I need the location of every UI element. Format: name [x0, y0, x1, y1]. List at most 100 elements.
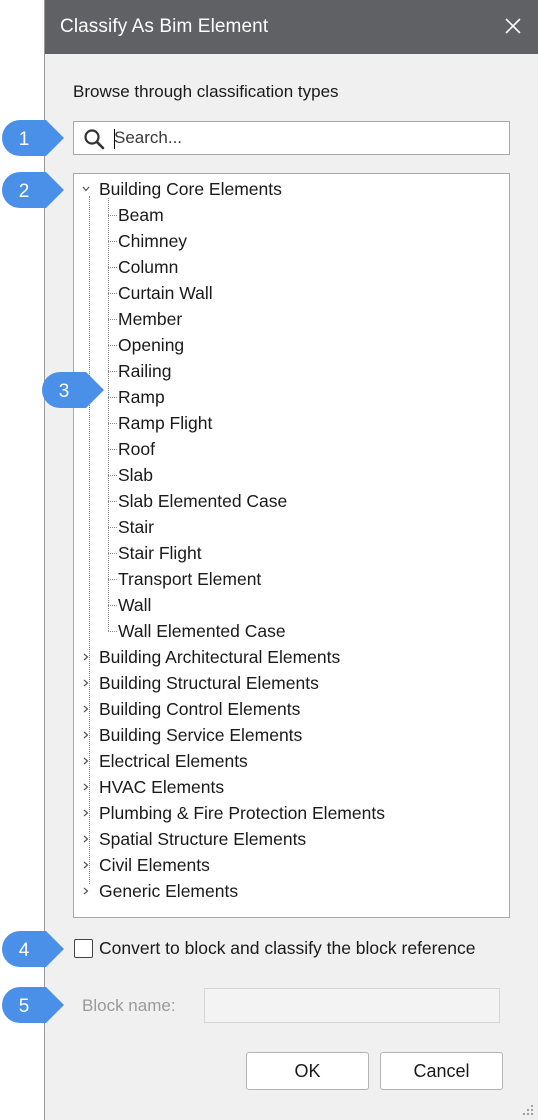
tree-node-label: Electrical Elements	[99, 751, 248, 771]
tree-branch-line	[108, 553, 117, 554]
tree-node-spatial-structure-elements[interactable]: Spatial Structure Elements	[74, 826, 509, 852]
tree-node-building-service-elements[interactable]: Building Service Elements	[74, 722, 509, 748]
close-button[interactable]	[499, 12, 527, 40]
tree-item-member[interactable]: Member	[74, 306, 509, 332]
chevron-right-icon[interactable]	[80, 703, 92, 715]
callout-marker-5: 5	[2, 987, 64, 1023]
tree-node-building-architectural-elements[interactable]: Building Architectural Elements	[74, 644, 509, 670]
convert-checkbox[interactable]	[74, 939, 93, 958]
tree-item-beam[interactable]: Beam	[74, 202, 509, 228]
chevron-right-icon[interactable]	[80, 807, 92, 819]
callout-shape	[2, 172, 64, 208]
tree-node-label: HVAC Elements	[99, 777, 225, 797]
tree-node-building-structural-elements[interactable]: Building Structural Elements	[74, 670, 509, 696]
tree-branch-line	[108, 267, 117, 268]
tree-item-label: Wall Elemented Case	[118, 621, 286, 641]
chevron-right-icon[interactable]	[80, 651, 92, 663]
chevron-right-icon[interactable]	[80, 755, 92, 767]
tree-node-label: Building Structural Elements	[99, 673, 319, 693]
tree-item-label: Stair Flight	[118, 543, 202, 563]
tree-branch-line	[108, 371, 117, 372]
tree-node-label: Building Control Elements	[99, 699, 301, 719]
tree-item-ramp-flight[interactable]: Ramp Flight	[74, 410, 509, 436]
chevron-down-icon[interactable]	[80, 183, 92, 195]
tree-item-label: Column	[118, 257, 179, 277]
tree-item-slab-elemented-case[interactable]: Slab Elemented Case	[74, 488, 509, 514]
tree-item-roof[interactable]: Roof	[74, 436, 509, 462]
search-icon	[84, 129, 105, 150]
convert-label[interactable]: Convert to block and classify the block …	[99, 938, 475, 959]
tree-item-railing[interactable]: Railing	[74, 358, 509, 384]
tree-item-slab[interactable]: Slab	[74, 462, 509, 488]
chevron-right-icon[interactable]	[80, 859, 92, 871]
tree-node-hvac-elements[interactable]: HVAC Elements	[74, 774, 509, 800]
convert-option[interactable]: Convert to block and classify the block …	[73, 937, 533, 961]
tree-item-label: Curtain Wall	[118, 283, 213, 303]
callout-shape	[2, 120, 64, 156]
tree-node-label: Plumbing & Fire Protection Elements	[99, 803, 385, 823]
tree-branch-line	[108, 501, 117, 502]
tree-item-label: Slab	[118, 465, 154, 485]
tree-node-label: Generic Elements	[99, 881, 239, 901]
chevron-right-icon[interactable]	[80, 729, 92, 741]
title-bar[interactable]: Classify As Bim Element	[45, 0, 538, 54]
tree-item-curtain-wall[interactable]: Curtain Wall	[74, 280, 509, 306]
tree-node-label: Spatial Structure Elements	[99, 829, 307, 849]
tree-item-opening[interactable]: Opening	[74, 332, 509, 358]
tree-item-label: Beam	[118, 205, 164, 225]
tree-node-generic-elements[interactable]: Generic Elements	[74, 878, 509, 904]
tree-item-wall-elemented-case[interactable]: Wall Elemented Case	[74, 618, 509, 644]
callout-shape	[42, 372, 104, 408]
tree-node-building-control-elements[interactable]: Building Control Elements	[74, 696, 509, 722]
tree-item-column[interactable]: Column	[74, 254, 509, 280]
tree-branch-line	[108, 449, 117, 450]
tree-branch-line	[108, 215, 117, 216]
callout-number: 2	[19, 181, 30, 202]
tree-branch-line	[108, 345, 117, 346]
classify-dialog: Classify As Bim Element Browse through c…	[44, 0, 538, 1120]
chevron-right-icon[interactable]	[80, 677, 92, 689]
callout-number: 1	[19, 129, 30, 150]
tree-node-electrical-elements[interactable]: Electrical Elements	[74, 748, 509, 774]
cancel-button[interactable]: Cancel	[380, 1052, 503, 1090]
callout-number: 3	[59, 381, 70, 402]
tree-node-label: Civil Elements	[99, 855, 210, 875]
search-box[interactable]	[73, 121, 510, 155]
tree-branch-line	[108, 527, 117, 528]
tree-branch-line	[108, 631, 117, 632]
tree-item-label: Roof	[118, 439, 155, 459]
tree-node-civil-elements[interactable]: Civil Elements	[74, 852, 509, 878]
tree-branch-line	[108, 475, 117, 476]
tree-item-label: Stair	[118, 517, 154, 537]
callout-number: 4	[19, 940, 30, 961]
ok-button[interactable]: OK	[246, 1052, 369, 1090]
tree-item-wall[interactable]: Wall	[74, 592, 509, 618]
tree-item-chimney[interactable]: Chimney	[74, 228, 509, 254]
text-caret	[114, 129, 115, 149]
tree-item-ramp[interactable]: Ramp	[74, 384, 509, 410]
tree-branch-line	[108, 579, 117, 580]
tree-item-stair[interactable]: Stair	[74, 514, 509, 540]
tree-item-label: Wall	[118, 595, 152, 615]
classification-tree[interactable]: Building Core Elements Beam Chimney Column C…	[73, 173, 510, 918]
tree-item-transport-element[interactable]: Transport Element	[74, 566, 509, 592]
callout-shape	[2, 987, 64, 1023]
tree-branch-line	[108, 397, 117, 398]
search-input[interactable]	[114, 125, 504, 151]
tree-branch-line	[108, 423, 117, 424]
callout-marker-4: 4	[2, 931, 64, 967]
close-icon	[505, 18, 521, 34]
tree-node-plumbing-fire-protection-elements[interactable]: Plumbing & Fire Protection Elements	[74, 800, 509, 826]
tree-item-label: Slab Elemented Case	[118, 491, 288, 511]
tree-item-stair-flight[interactable]: Stair Flight	[74, 540, 509, 566]
chevron-right-icon[interactable]	[80, 885, 92, 897]
tree-item-label: Ramp	[118, 387, 165, 407]
block-name-input[interactable]	[204, 988, 500, 1023]
dialog-title: Classify As Bim Element	[60, 16, 269, 37]
resize-grip-icon[interactable]	[522, 1104, 534, 1116]
tree-node-label: Building Service Elements	[99, 725, 303, 745]
tree-item-label: Chimney	[118, 231, 188, 251]
chevron-right-icon[interactable]	[80, 781, 92, 793]
tree-node-building-core-elements[interactable]: Building Core Elements	[74, 176, 509, 202]
chevron-right-icon[interactable]	[80, 833, 92, 845]
